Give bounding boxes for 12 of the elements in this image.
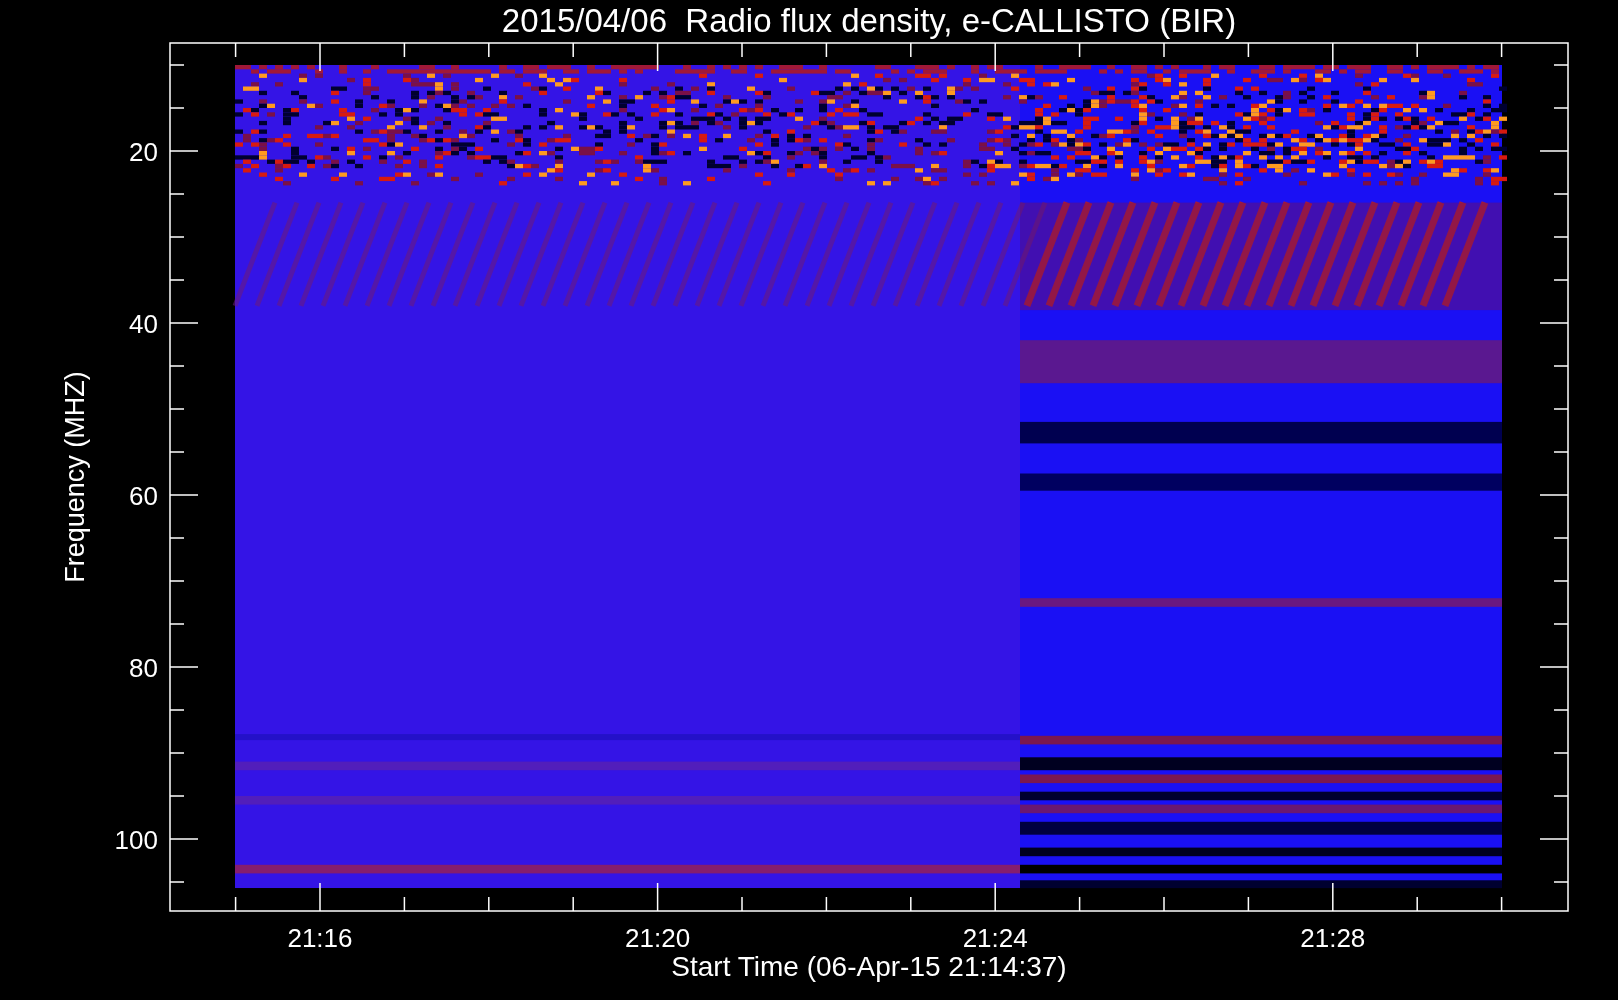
tick-label: 100 — [114, 825, 158, 855]
tick-label: 40 — [129, 309, 158, 339]
chart-title: 2015/04/06 Radio flux density, e-CALLISTO (BIR) — [501, 2, 1237, 39]
tick-label: 20 — [129, 137, 158, 167]
tick-label: 21:24 — [962, 923, 1028, 953]
tick-label: 21:20 — [625, 923, 691, 953]
x-axis-title: Start Time (06-Apr-15 21:14:37) — [671, 951, 1067, 982]
tick-label: 21:16 — [287, 923, 353, 953]
y-axis-title: Frequency (MHZ) — [60, 371, 90, 583]
tick-label: 80 — [129, 653, 158, 683]
tick-label: 21:28 — [1300, 923, 1366, 953]
tick-label: 60 — [129, 481, 158, 511]
